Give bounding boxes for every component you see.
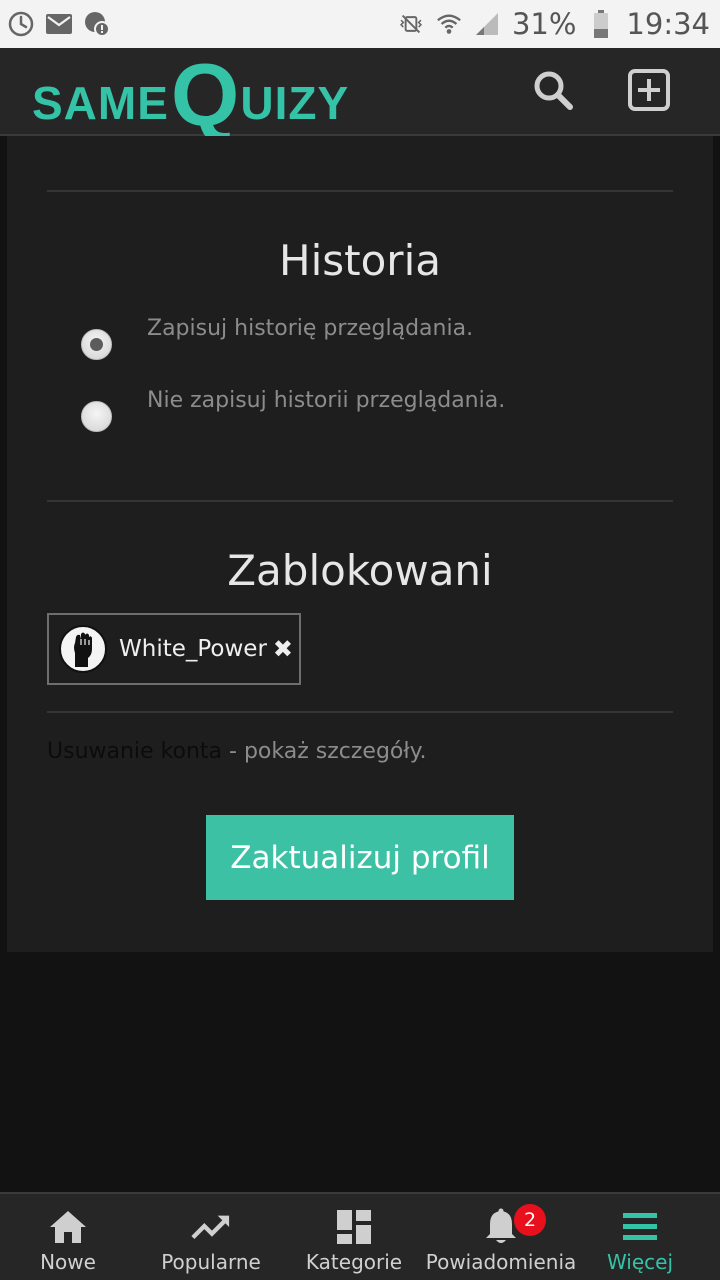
add-quiz-button[interactable]: [627, 68, 671, 116]
radio-dont-save-history[interactable]: [81, 401, 112, 432]
wifi-icon: [436, 11, 462, 37]
samequizy-logo[interactable]: SAME Q UIZY: [32, 44, 350, 144]
mail-icon: [46, 11, 72, 37]
home-icon: [48, 1208, 88, 1246]
radio-save-history[interactable]: [81, 329, 112, 360]
search-button[interactable]: [531, 70, 575, 114]
status-bar: 31% 19:34: [0, 0, 720, 48]
history-title: Historia: [279, 236, 441, 285]
add-square-icon: [627, 68, 671, 116]
update-profile-button[interactable]: Zaktualizuj profil: [206, 815, 514, 900]
menu-icon: [620, 1208, 660, 1246]
trending-icon: [191, 1208, 231, 1246]
battery-percent: 31%: [511, 7, 577, 41]
nav-item-kategorie[interactable]: Kategorie: [286, 1194, 422, 1280]
nav-item-wiecej[interactable]: Więcej: [580, 1194, 700, 1280]
settings-card: Historia Zapisuj historię przeglądania. …: [7, 136, 713, 952]
logo-part-same: SAME: [32, 77, 169, 129]
status-bar-right: 31% 19:34: [398, 7, 710, 41]
nav-label-popularne: Popularne: [161, 1250, 261, 1274]
battery-icon: [588, 10, 614, 38]
account-delete-details[interactable]: - pokaż szczegóły.: [222, 739, 426, 764]
blocked-user-chip: White_Power ✖: [47, 613, 301, 685]
dashboard-icon: [334, 1208, 374, 1246]
status-bar-left: [8, 11, 110, 37]
notification-badge: 2: [514, 1204, 546, 1236]
divider: [47, 500, 673, 502]
blocked-title: Zablokowani: [227, 546, 493, 595]
radio-dont-save-history-label[interactable]: Nie zapisuj historii przeglądania.: [147, 388, 505, 413]
nav-item-nowe[interactable]: Nowe: [0, 1194, 136, 1280]
remove-blocked-user-icon[interactable]: ✖: [273, 635, 293, 663]
app-header: SAME Q UIZY: [0, 44, 720, 144]
bottom-nav: Nowe Popularne Kategorie 2 Powiadomienia…: [0, 1192, 720, 1280]
logo-part-q: Q: [170, 44, 241, 144]
nav-label-wiecej: Więcej: [606, 1250, 674, 1274]
nav-label-nowe: Nowe: [40, 1250, 96, 1274]
divider: [47, 711, 673, 713]
chat-alert-icon: [84, 11, 110, 37]
account-delete-link[interactable]: Usuwanie konta: [47, 739, 222, 764]
clock-icon: [8, 11, 34, 37]
signal-icon: [474, 11, 500, 37]
nav-item-powiadomienia[interactable]: 2 Powiadomienia: [422, 1194, 580, 1280]
nav-label-kategorie: Kategorie: [305, 1250, 403, 1274]
search-icon: [532, 69, 574, 115]
radio-save-history-label[interactable]: Zapisuj historię przeglądania.: [147, 316, 473, 341]
divider: [47, 190, 673, 192]
logo-part-uizy: UIZY: [240, 77, 350, 129]
account-delete-line: Usuwanie konta - pokaż szczegóły.: [47, 739, 427, 764]
raised-fist-icon: [59, 625, 107, 673]
nav-item-popularne[interactable]: Popularne: [136, 1194, 286, 1280]
blocked-user-name: White_Power: [119, 636, 267, 662]
nav-label-powiadomienia: Powiadomienia: [425, 1250, 577, 1274]
clock-time: 19:34: [626, 7, 710, 41]
vibrate-mute-icon: [398, 11, 424, 37]
